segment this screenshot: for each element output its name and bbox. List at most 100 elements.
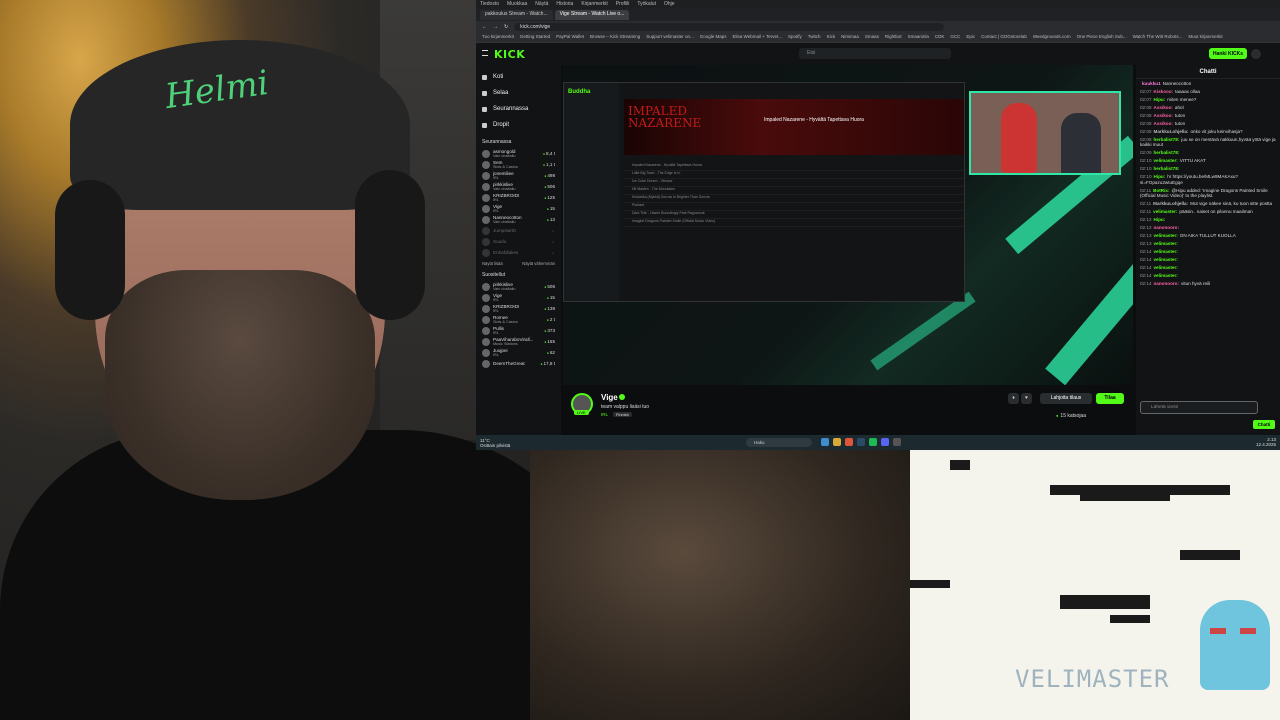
- bookmark[interactable]: Spotify: [788, 34, 802, 41]
- bookmark[interactable]: Watch The Witt Robots...: [1133, 34, 1183, 41]
- chat-username[interactable]: Hipu:: [1154, 217, 1166, 222]
- bookmark[interactable]: Muut kirjanmerkit: [1188, 34, 1222, 41]
- channel-item[interactable]: RomeeSlots & Casino2 t: [482, 314, 555, 325]
- chat-username[interactable]: herbalist78:: [1154, 166, 1180, 171]
- chat-username[interactable]: Assikoo:: [1154, 105, 1173, 110]
- chat-username[interactable]: velimaster:: [1154, 273, 1178, 278]
- chat-username[interactable]: velimaster:: [1154, 241, 1178, 246]
- channel-item[interactable]: VigeIRL15: [482, 203, 555, 214]
- channel-item[interactable]: JuujpeiIRL62: [482, 347, 555, 358]
- gift-sub-button[interactable]: Lahjoita tilaus: [1040, 393, 1092, 404]
- bookmark[interactable]: Twitch: [808, 34, 821, 41]
- bookmark[interactable]: Smaas: [865, 34, 879, 41]
- forward-icon[interactable]: →: [493, 24, 498, 30]
- bookmark[interactable]: Weedgrounds.com: [1033, 34, 1071, 41]
- chat-username[interactable]: velimaster:: [1153, 209, 1177, 214]
- nav-browse[interactable]: Selaa: [482, 85, 555, 101]
- bookmark[interactable]: GCC: [950, 34, 960, 41]
- chat-username[interactable]: Hipu:: [1154, 174, 1166, 179]
- channel-item[interactable]: KRIZBROIDIIRL139: [482, 303, 555, 314]
- nav-home[interactable]: Koti: [482, 69, 555, 85]
- bookmark[interactable]: Google Maps: [700, 34, 727, 41]
- chat-username[interactable]: herbalist78:: [1154, 150, 1180, 155]
- channel-item[interactable]: KRIZBROIDIIRL125: [482, 192, 555, 203]
- chat-send-button[interactable]: Chatti: [1253, 420, 1275, 429]
- explorer-icon[interactable]: [833, 438, 841, 446]
- bookmark[interactable]: Smaaninla: [908, 34, 929, 41]
- channel-item[interactable]: pirkkisliveVain chattailu506: [482, 281, 555, 292]
- notification-bell-icon[interactable]: ♦: [1008, 393, 1019, 404]
- reload-icon[interactable]: ↻: [504, 24, 508, 30]
- chat-username[interactable]: BotRix:: [1153, 188, 1169, 193]
- menu-item[interactable]: Historia: [556, 1, 573, 8]
- channel-item[interactable]: jonemilieeIRL498: [482, 170, 555, 181]
- bookmark[interactable]: Support velimaster on...: [646, 34, 694, 41]
- chat-username[interactable]: MarkkuLohjella:: [1154, 129, 1189, 134]
- menu-item[interactable]: Ohje: [664, 1, 675, 8]
- kick-logo[interactable]: KICK: [494, 48, 525, 61]
- chat-username[interactable]: Kiskooo:: [1154, 89, 1174, 94]
- browser-icon[interactable]: [845, 438, 853, 446]
- follow-button[interactable]: Tilaa: [1096, 393, 1124, 404]
- chat-username[interactable]: kuukku1: [1142, 81, 1161, 86]
- chat-username[interactable]: velimaster:: [1154, 158, 1178, 163]
- menu-item[interactable]: Tiedosto: [480, 1, 499, 8]
- chat-username[interactable]: Hipu:: [1154, 97, 1166, 102]
- stream-category[interactable]: IRL: [601, 412, 608, 417]
- bookmark[interactable]: PayPal Wallet: [556, 34, 584, 41]
- chat-username[interactable]: velimaster:: [1154, 233, 1178, 238]
- chat-username[interactable]: nanonooro:: [1154, 281, 1180, 286]
- channel-item[interactable]: Enhafdlakes: [482, 247, 555, 258]
- obs-icon[interactable]: [893, 438, 901, 446]
- hamburger-menu-icon[interactable]: [482, 50, 488, 56]
- search-input[interactable]: Etsi: [799, 48, 951, 59]
- taskbar-clock[interactable]: 2.13 12.4.2025: [1256, 437, 1276, 447]
- bookmark[interactable]: Contact | GOGstorelab: [981, 34, 1027, 41]
- stream-tag[interactable]: Finnish: [613, 412, 632, 417]
- get-kicks-button[interactable]: Hanki KICKs: [1209, 48, 1247, 59]
- channel-item[interactable]: asmongoldVain chattailu8,4 t: [482, 148, 555, 159]
- video-player[interactable]: Buddha IMPALED NAZARENE Impaled Nazarene…: [563, 65, 1133, 385]
- bookmark[interactable]: Browse – Kick Streaming: [590, 34, 640, 41]
- streamer-name[interactable]: Vige: [601, 393, 618, 402]
- discord-icon[interactable]: [881, 438, 889, 446]
- channel-item[interactable]: Jumpstarttt: [482, 225, 555, 236]
- chat-username[interactable]: velimaster:: [1154, 249, 1178, 254]
- bookmark[interactable]: Epic: [966, 34, 975, 41]
- taskbar-search[interactable]: Haku: [746, 438, 812, 447]
- channel-item[interactable]: Suudu: [482, 236, 555, 247]
- channel-item[interactable]: DeemTheGreat 17,8 t: [482, 358, 555, 369]
- spotify-icon[interactable]: [869, 438, 877, 446]
- chat-input[interactable]: Lähetä viesti: [1140, 401, 1258, 414]
- channel-item[interactable]: pirkkisliveVain chattailu506: [482, 181, 555, 192]
- chat-username[interactable]: Assikoo:: [1154, 113, 1173, 118]
- bookmark[interactable]: Tuo kirjanmerkit: [482, 34, 514, 41]
- menu-item[interactable]: Työkalut: [637, 1, 656, 8]
- bookmark[interactable]: One Piece English Sub...: [1077, 34, 1127, 41]
- menu-item[interactable]: Kirjanmerkit: [581, 1, 607, 8]
- channel-item[interactable]: VigeIRL15: [482, 292, 555, 303]
- start-icon[interactable]: [821, 438, 829, 446]
- menu-item[interactable]: Muokkaa: [507, 1, 527, 8]
- channel-item[interactable]: NanneocottonVain chattailu13: [482, 214, 555, 225]
- chat-username[interactable]: Assikoo:: [1154, 121, 1173, 126]
- nav-following[interactable]: Seurannassa: [482, 101, 555, 117]
- menu-item[interactable]: Näytä: [535, 1, 548, 8]
- heart-icon[interactable]: ♥: [1021, 393, 1032, 404]
- bookmark[interactable]: CDK: [935, 34, 945, 41]
- chat-username[interactable]: herbalist78:: [1154, 137, 1180, 142]
- steam-icon[interactable]: [857, 438, 865, 446]
- nav-drops[interactable]: Dropit: [482, 117, 555, 133]
- bookmark[interactable]: Kick: [827, 34, 836, 41]
- browser-tab[interactable]: pakkoulus Stream - Watch...: [480, 10, 553, 20]
- chat-username[interactable]: nanonooro:: [1154, 225, 1180, 230]
- channel-item[interactable]: SemSlots & Casino1,1 t: [482, 159, 555, 170]
- bookmark[interactable]: Nimimaa: [841, 34, 859, 41]
- user-avatar-icon[interactable]: [1251, 49, 1261, 59]
- chat-username[interactable]: velimaster:: [1154, 257, 1178, 262]
- bookmark[interactable]: Getting Started: [520, 34, 550, 41]
- chat-username[interactable]: velimaster:: [1154, 265, 1178, 270]
- show-more-link[interactable]: Näytä lisää: [482, 261, 503, 266]
- menu-item[interactable]: Profiili: [616, 1, 630, 8]
- back-icon[interactable]: ←: [482, 24, 487, 30]
